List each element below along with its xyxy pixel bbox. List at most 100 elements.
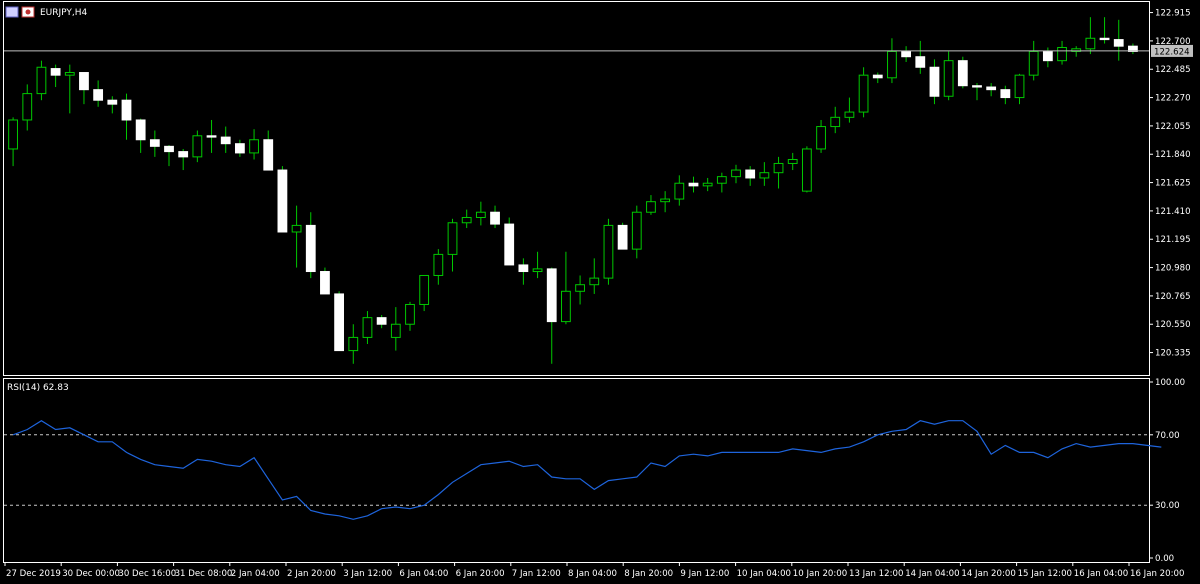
candle-body xyxy=(1000,89,1011,99)
time-tick-label: 30 Dec 00:00 xyxy=(62,569,120,579)
candle-body xyxy=(830,116,841,128)
candle-body xyxy=(334,293,345,352)
candle-body xyxy=(1042,50,1053,62)
candle-body xyxy=(731,169,741,178)
price-tick-label: 122.270 xyxy=(1155,94,1191,104)
candle-body xyxy=(801,148,812,192)
candle-body xyxy=(348,336,359,352)
time-tick-label: 27 Dec 2019 xyxy=(6,569,61,579)
candle-body xyxy=(773,162,784,174)
time-tick-label: 16 Jan 20:00 xyxy=(1130,569,1184,579)
candle xyxy=(957,56,968,89)
time-tick-label: 2 Jan 04:00 xyxy=(231,569,280,579)
candle-body xyxy=(64,72,75,76)
candle-body xyxy=(164,145,174,153)
price-tick-label: 121.195 xyxy=(1155,235,1191,245)
candle-body xyxy=(447,222,458,255)
rsi-tick-label: 70.00 xyxy=(1155,431,1180,441)
candle-body xyxy=(1113,39,1124,47)
candle-body xyxy=(745,169,756,179)
candle-body xyxy=(1099,37,1110,41)
price-tick-label: 122.055 xyxy=(1155,122,1191,132)
candle-body xyxy=(972,85,982,88)
time-tick-label: 9 Jan 12:00 xyxy=(680,569,729,579)
candle-body xyxy=(320,271,330,295)
candle-body xyxy=(277,169,288,233)
candle-body xyxy=(206,135,217,138)
candle-body xyxy=(901,50,912,58)
price-tick-label: 120.335 xyxy=(1155,349,1191,359)
candle-body xyxy=(561,290,571,323)
time-tick-label: 10 Jan 04:00 xyxy=(737,569,791,579)
candle-body xyxy=(688,182,699,187)
price-tick-label: 121.840 xyxy=(1155,150,1191,160)
candle-body xyxy=(646,201,656,213)
candle-body xyxy=(107,99,118,105)
candle-body xyxy=(291,224,302,233)
candle-body xyxy=(376,317,387,325)
price-tick-label: 120.550 xyxy=(1155,320,1191,330)
candle-body xyxy=(249,139,259,154)
candle-body xyxy=(135,119,146,141)
time-tick-label: 16 Jan 04:00 xyxy=(1074,569,1128,579)
price-tag-label: 122.624 xyxy=(1154,47,1190,57)
candle-body xyxy=(36,66,47,95)
candle-body xyxy=(362,317,373,338)
candle xyxy=(334,291,345,352)
candle-body xyxy=(986,86,997,91)
candle-body xyxy=(433,253,444,276)
time-tick-label: 30 Dec 16:00 xyxy=(118,569,176,579)
candle-body xyxy=(149,139,160,147)
candle-body xyxy=(263,139,274,171)
time-tick-label: 6 Jan 04:00 xyxy=(399,569,448,579)
candle-body xyxy=(390,323,401,338)
candle-body xyxy=(589,277,600,286)
time-tick-label: 15 Jan 12:00 xyxy=(1018,569,1072,579)
rsi-tick-label: 30.00 xyxy=(1155,501,1180,511)
candle-body xyxy=(915,56,926,68)
candle-body xyxy=(405,303,415,325)
candle-body xyxy=(1085,37,1096,50)
candle-body xyxy=(532,268,543,273)
candle-body xyxy=(872,74,883,79)
candle-body xyxy=(887,50,897,79)
candle-body xyxy=(234,143,245,154)
candle-body xyxy=(121,99,132,121)
candle-body xyxy=(305,224,316,273)
price-tick-label: 120.765 xyxy=(1155,292,1191,302)
candle xyxy=(277,166,288,233)
candle-body xyxy=(787,159,798,164)
candle-body xyxy=(79,72,89,91)
time-tick-label: 6 Jan 20:00 xyxy=(456,569,505,579)
time-tick-label: 10 Jan 20:00 xyxy=(793,569,847,579)
candle-body xyxy=(674,182,685,200)
candle-body xyxy=(518,264,529,273)
candle xyxy=(504,217,515,266)
time-tick-label: 7 Jan 12:00 xyxy=(512,569,561,579)
time-tick-label: 8 Jan 20:00 xyxy=(624,569,673,579)
candle-body xyxy=(816,126,826,150)
candle xyxy=(320,267,330,295)
candle-body xyxy=(1057,46,1067,62)
price-tick-label: 121.410 xyxy=(1155,207,1191,217)
candle-body xyxy=(504,223,515,266)
candle xyxy=(801,146,812,193)
price-tick-label: 122.915 xyxy=(1155,9,1191,19)
symbol-title: EURJPY,H4 xyxy=(40,8,88,18)
time-tick-label: 14 Jan 20:00 xyxy=(961,569,1015,579)
rsi-title: RSI(14) 62.83 xyxy=(7,383,69,393)
candle xyxy=(603,218,614,285)
candle-body xyxy=(8,119,18,150)
chart-window: EURJPY,H4 RSI(14) 62.83 122.915122.70012… xyxy=(0,0,1200,584)
price-tick-label: 122.485 xyxy=(1155,65,1191,75)
candle-body xyxy=(220,136,231,145)
time-tick-label: 31 Dec 08:00 xyxy=(175,569,233,579)
candle-body xyxy=(844,111,855,118)
candle-body xyxy=(716,176,727,184)
candle-body xyxy=(475,211,486,218)
time-tick-label: 13 Jan 12:00 xyxy=(849,569,903,579)
candle-body xyxy=(178,151,189,158)
candle-body xyxy=(490,211,500,225)
candle-body xyxy=(858,74,869,113)
candle xyxy=(858,67,869,118)
